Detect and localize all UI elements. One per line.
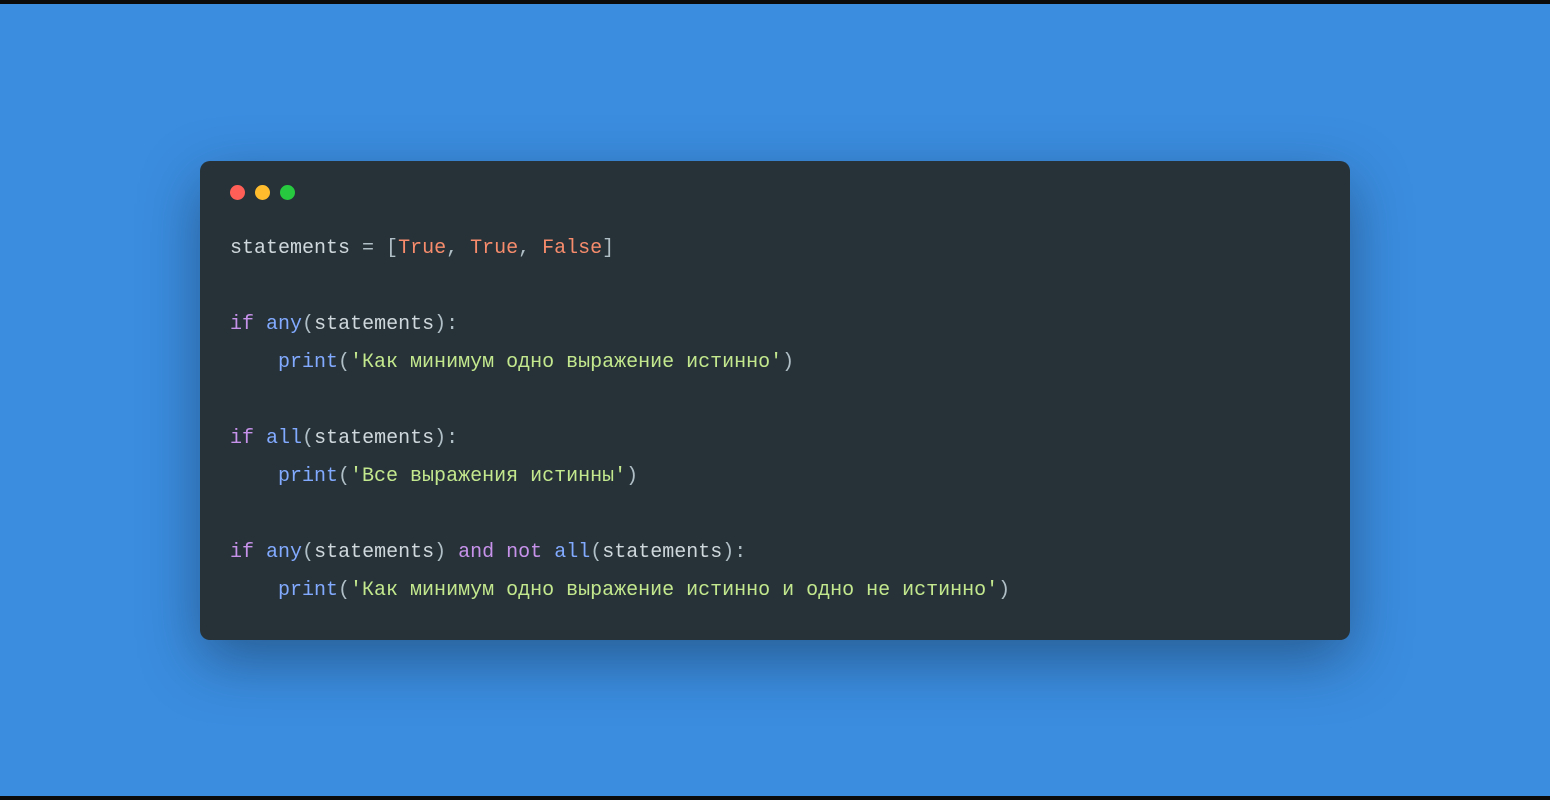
code-token-paren: )	[998, 579, 1010, 602]
code-token-bracket: [	[386, 237, 398, 260]
minimize-icon[interactable]	[255, 185, 270, 200]
code-block: statements = [True, True, False] if any(…	[230, 230, 1320, 610]
code-token-colon: :	[446, 313, 458, 336]
code-token-paren: (	[338, 351, 350, 374]
code-token-function: print	[278, 579, 338, 602]
code-token-paren: (	[302, 427, 314, 450]
code-token-paren: (	[338, 465, 350, 488]
code-token-variable: statements	[314, 541, 434, 564]
code-token-bracket: ]	[602, 237, 614, 260]
code-token-function: print	[278, 465, 338, 488]
canvas-frame: statements = [True, True, False] if any(…	[0, 0, 1550, 800]
code-token-space	[542, 541, 554, 564]
code-token-paren: )	[722, 541, 734, 564]
maximize-icon[interactable]	[280, 185, 295, 200]
code-token-paren: (	[590, 541, 602, 564]
code-token-paren: )	[782, 351, 794, 374]
code-token-space	[446, 541, 458, 564]
code-token-keyword: if	[230, 427, 254, 450]
code-editor-window: statements = [True, True, False] if any(…	[200, 161, 1350, 640]
code-token-paren: )	[434, 313, 446, 336]
code-token-space	[494, 541, 506, 564]
code-token-function: print	[278, 351, 338, 374]
code-token-indent	[230, 351, 278, 374]
code-token-boolean: True	[470, 237, 518, 260]
code-token-boolean: True	[398, 237, 446, 260]
code-token-comma: ,	[446, 237, 470, 260]
code-token-paren: )	[626, 465, 638, 488]
code-token-keyword: not	[506, 541, 542, 564]
code-token-variable: statements	[314, 313, 434, 336]
code-token-paren: )	[434, 541, 446, 564]
code-token-paren: (	[338, 579, 350, 602]
code-token-string: 'Как минимум одно выражение истинно и од…	[350, 579, 998, 602]
code-token-function: all	[554, 541, 590, 564]
window-titlebar	[230, 185, 1320, 200]
code-token-space	[254, 427, 266, 450]
code-token-string: 'Как минимум одно выражение истинно'	[350, 351, 782, 374]
code-token-function: all	[266, 427, 302, 450]
code-token-space	[254, 541, 266, 564]
code-token-string: 'Все выражения истинны'	[350, 465, 626, 488]
code-token-function: any	[266, 541, 302, 564]
code-token-colon: :	[734, 541, 746, 564]
code-token-paren: )	[434, 427, 446, 450]
code-token-indent	[230, 465, 278, 488]
code-token-function: any	[266, 313, 302, 336]
close-icon[interactable]	[230, 185, 245, 200]
code-token-paren: (	[302, 541, 314, 564]
code-token-boolean: False	[542, 237, 602, 260]
code-token-keyword: and	[458, 541, 494, 564]
code-token-comma: ,	[518, 237, 542, 260]
code-token-keyword: if	[230, 313, 254, 336]
code-token-variable: statements	[230, 237, 350, 260]
code-token-space	[254, 313, 266, 336]
code-token-keyword: if	[230, 541, 254, 564]
code-token-paren: (	[302, 313, 314, 336]
code-token-indent	[230, 579, 278, 602]
code-token-variable: statements	[314, 427, 434, 450]
code-token-variable: statements	[602, 541, 722, 564]
code-token-colon: :	[446, 427, 458, 450]
code-token-operator: =	[350, 237, 386, 260]
